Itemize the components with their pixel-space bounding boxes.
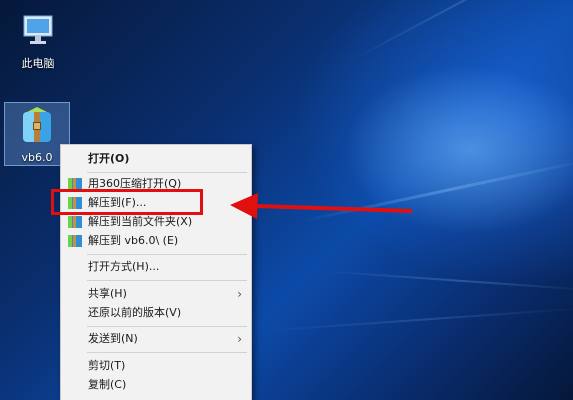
annotation-arrow — [230, 193, 413, 219]
desktop: 此电脑 vb6.0 打开(O) 用360压缩打开(Q) 解压到(F)... 解压… — [0, 0, 573, 400]
